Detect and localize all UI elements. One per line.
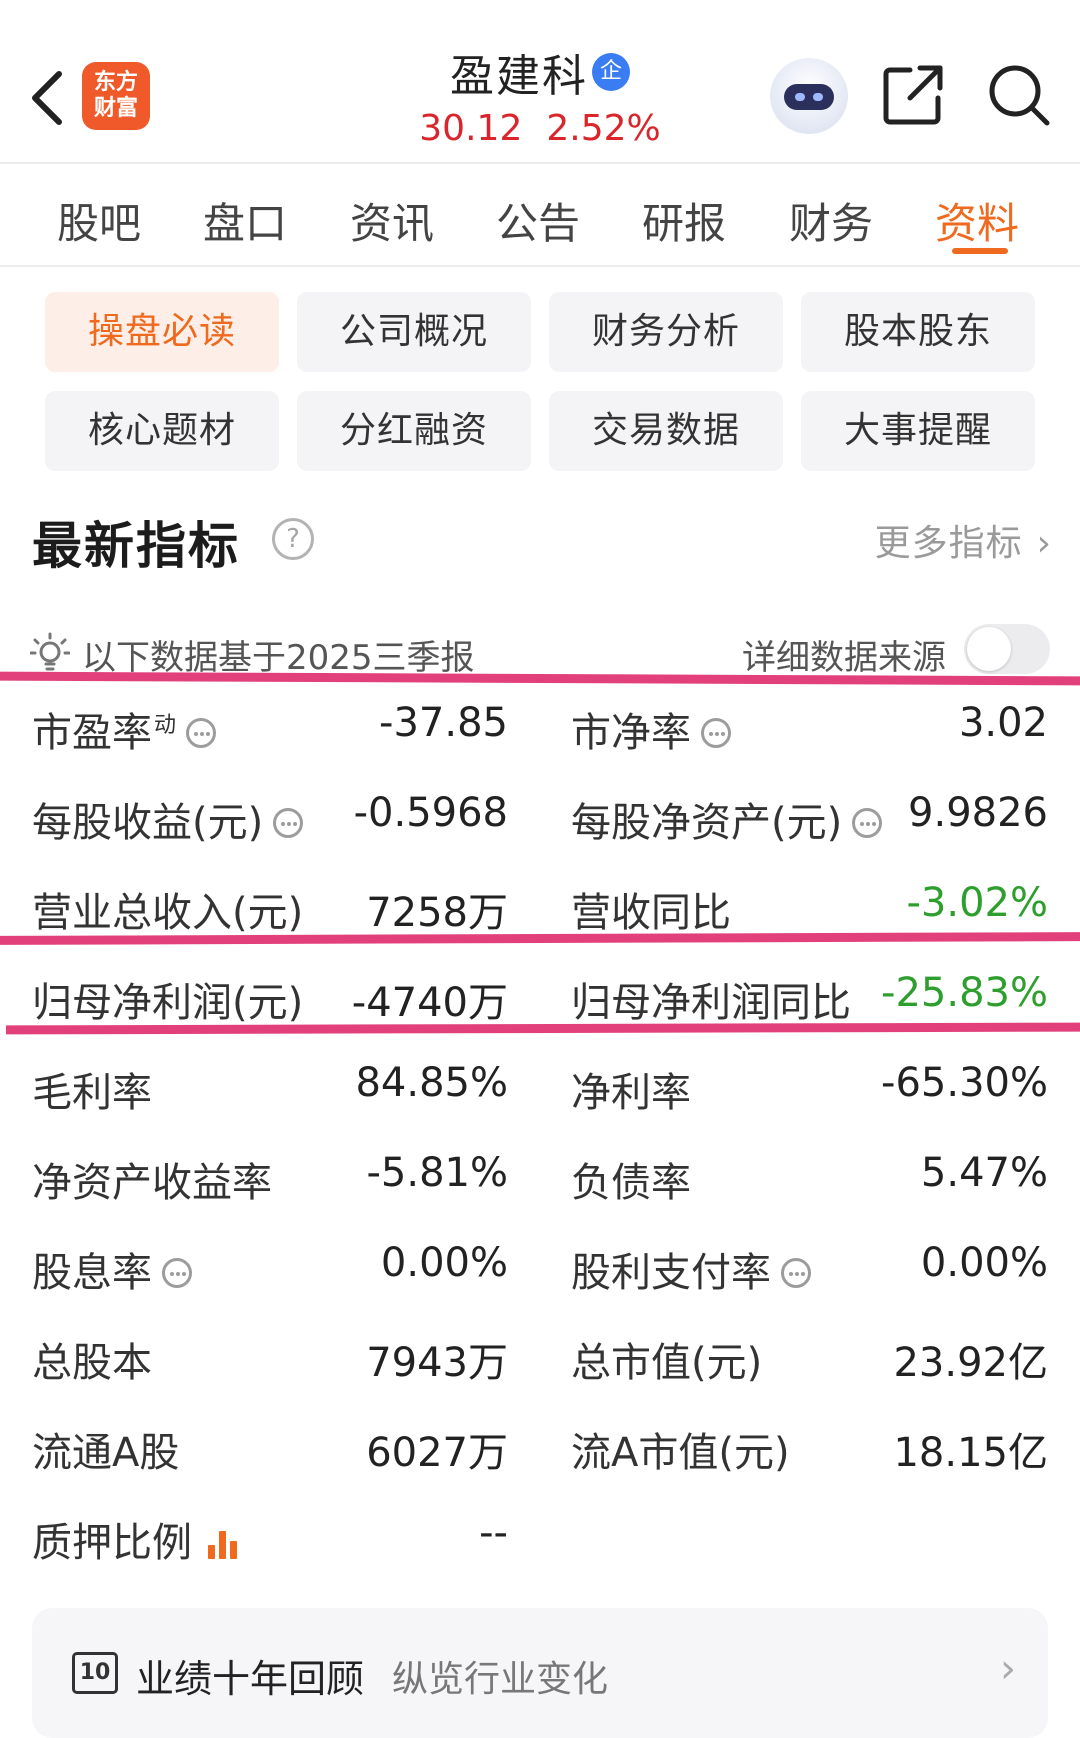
price-change-pct: 2.52% [546, 108, 661, 149]
metric-revenue-yoy: 营收同比 [571, 890, 731, 936]
chip-financial-analysis[interactable]: 财务分析 [549, 292, 783, 372]
metric-value: -37.85 [379, 700, 508, 746]
review-subtitle: 纵览行业变化 [392, 1659, 609, 1700]
metric-payout-ratio: 股利支付率 [571, 1240, 811, 1298]
metric-value: 7943万 [366, 1340, 508, 1386]
tab-finance[interactable]: 财务 [789, 190, 873, 251]
metric-label: 市净率 [571, 710, 691, 756]
chevron-right-icon: › [1036, 523, 1052, 564]
dynamic-superscript: 动 [154, 712, 177, 738]
metric-dividend-yield: 股息率 [32, 1240, 192, 1298]
robot-eye-right [813, 93, 823, 101]
robot-assistant-icon[interactable] [770, 58, 848, 134]
tab-research[interactable]: 研报 [642, 190, 726, 251]
more-dots-icon[interactable] [701, 718, 731, 748]
metric-value: 0.00% [920, 1240, 1048, 1286]
metric-value: -65.30% [881, 1060, 1048, 1106]
more-dots-icon[interactable] [781, 1258, 811, 1288]
metric-value: 7258万 [366, 890, 508, 936]
metric-roe: 净资产收益率 [32, 1160, 272, 1206]
chevron-right-icon: › [1000, 1646, 1016, 1692]
metric-gross-margin: 毛利率 [32, 1070, 152, 1116]
metric-value: 3.02 [958, 700, 1048, 746]
tab-pankou[interactable]: 盘口 [203, 190, 287, 251]
chip-major-events[interactable]: 大事提醒 [801, 391, 1035, 471]
main-tabs: 股吧 盘口 资讯 公告 研报 财务 资料 [0, 164, 1080, 264]
active-tab-indicator [952, 248, 1008, 254]
more-dots-icon[interactable] [852, 808, 883, 838]
metric-float-a-shares: 流通A股 [32, 1430, 180, 1476]
share-button[interactable] [880, 62, 946, 128]
more-indicators-label: 更多指标 [874, 523, 1023, 564]
tab-guba[interactable]: 股吧 [57, 190, 141, 251]
more-dots-icon[interactable] [162, 1258, 192, 1288]
tabs-divider [0, 265, 1080, 267]
chip-trading-essentials[interactable]: 操盘必读 [45, 292, 279, 372]
metric-value: 0.00% [380, 1240, 508, 1286]
metric-value: 23.92亿 [893, 1340, 1048, 1386]
metric-label: 每股收益(元) [32, 800, 264, 846]
tab-announcements[interactable]: 公告 [496, 190, 580, 251]
chip-trading-data[interactable]: 交易数据 [549, 391, 783, 471]
metric-label: 股息率 [32, 1250, 152, 1296]
chip-shareholders[interactable]: 股本股东 [801, 292, 1035, 372]
metric-bvps: 每股净资产(元) [571, 790, 883, 848]
share-icon [883, 65, 943, 125]
data-source-toggle[interactable] [964, 624, 1050, 674]
chip-company-overview[interactable]: 公司概况 [297, 292, 531, 372]
toggle-knob [967, 627, 1011, 671]
tab-profile[interactable]: 资料 [935, 190, 1019, 251]
enterprise-badge: 企 [592, 53, 630, 91]
robot-face [784, 84, 834, 110]
metric-value: -- [479, 1510, 508, 1556]
more-dots-icon[interactable] [273, 808, 304, 838]
tab-news[interactable]: 资讯 [350, 190, 434, 251]
metric-net-margin: 净利率 [571, 1070, 691, 1116]
metric-net-profit-yoy: 归母净利润同比 [571, 980, 851, 1026]
more-indicators-link[interactable]: 更多指标 › [875, 514, 1052, 566]
metric-label: 股利支付率 [571, 1250, 771, 1296]
data-source-label: 详细数据来源 [742, 638, 946, 678]
metric-eps: 每股收益(元) [32, 790, 304, 848]
metric-value: -4740万 [351, 980, 508, 1026]
stock-name: 盈建科 [450, 51, 588, 102]
metric-value: 18.15亿 [893, 1430, 1048, 1476]
metric-float-market-cap: 流A市值(元) [571, 1430, 790, 1476]
metric-label: 市盈率 [32, 710, 152, 756]
metric-value: 5.47% [920, 1150, 1048, 1196]
review-title: 业绩十年回顾 [136, 1657, 365, 1701]
metric-value: 84.85% [355, 1060, 508, 1106]
metric-total-revenue: 营业总收入(元) [32, 890, 304, 936]
metric-pb: 市净率 [571, 700, 731, 758]
metric-value: -25.83% [881, 970, 1048, 1016]
metric-value: 9.9826 [908, 790, 1048, 836]
metric-label: 质押比例 [32, 1520, 192, 1566]
more-dots-icon[interactable] [186, 718, 217, 748]
robot-eye-left [795, 93, 805, 101]
metric-debt-ratio: 负债率 [571, 1160, 691, 1206]
ten-year-review-card[interactable]: 10 业绩十年回顾 纵览行业变化 › [32, 1608, 1048, 1738]
metric-pledge-ratio: 质押比例 [32, 1510, 242, 1568]
help-icon[interactable]: ? [272, 518, 314, 560]
chip-dividends-financing[interactable]: 分红融资 [297, 391, 531, 471]
metric-net-profit: 归母净利润(元) [32, 980, 304, 1026]
metric-value: -5.81% [366, 1150, 508, 1196]
metric-value: -0.5968 [353, 790, 508, 836]
search-icon [989, 65, 1050, 126]
ten-year-icon: 10 [72, 1652, 118, 1694]
search-button[interactable] [986, 62, 1052, 128]
metric-label: 每股净资产(元) [571, 800, 843, 846]
metric-pe-dynamic: 市盈率动 [32, 700, 217, 758]
section-title: 最新指标 [32, 517, 240, 575]
lightbulb-icon [30, 632, 70, 671]
metric-value: 6027万 [366, 1430, 508, 1476]
metric-total-shares: 总股本 [32, 1340, 152, 1386]
metric-market-cap: 总市值(元) [571, 1340, 763, 1386]
chip-core-themes[interactable]: 核心题材 [45, 391, 279, 471]
top-header: 东方 财富 盈建科企 30.12 2.52% [0, 0, 1080, 162]
bar-chart-icon[interactable] [206, 1527, 242, 1559]
stock-price: 30.12 [419, 108, 523, 149]
metric-value: -3.02% [906, 880, 1048, 926]
